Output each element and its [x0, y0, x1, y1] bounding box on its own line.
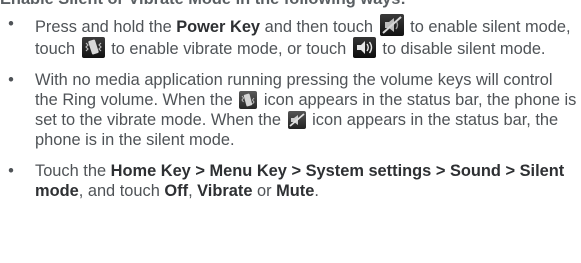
- bullet: •: [8, 15, 14, 33]
- list-item: • Press and hold the Power Key and then t…: [0, 14, 581, 59]
- bullet: •: [8, 71, 14, 89]
- item-text: to enable vibrate mode, or touch: [106, 40, 351, 58]
- speaker-muted-icon: [379, 14, 404, 36]
- bullet: •: [8, 162, 14, 180]
- vibrate-status-icon: [239, 91, 258, 109]
- item-text: Touch the: [35, 162, 111, 180]
- list-item: • With no media application running press…: [0, 70, 581, 150]
- phone-vibrate-icon: [81, 37, 105, 58]
- item-text: Press and hold the: [35, 18, 177, 36]
- option-mute-label: Mute: [276, 182, 315, 200]
- silent-status-icon: [287, 111, 306, 129]
- item-text: and then touch: [260, 18, 378, 36]
- power-key-label: Power Key: [176, 18, 261, 36]
- option-off-label: Off: [164, 182, 189, 200]
- item-text: ,: [188, 182, 198, 200]
- instruction-list: • Press and hold the Power Key and then t…: [0, 14, 581, 201]
- section-heading: Enable Silent or Vibrate Mode in the fol…: [0, 0, 406, 9]
- item-text: .: [314, 182, 319, 200]
- list-item: • Touch the Home Key > Menu Key > System …: [0, 161, 581, 201]
- page: { "heading": "Enable Silent or Vibrate M…: [0, 0, 581, 263]
- item-text: , and touch: [78, 182, 165, 200]
- speaker-on-icon: [352, 37, 376, 58]
- option-vibrate-label: Vibrate: [197, 182, 253, 200]
- item-text: or: [252, 182, 277, 200]
- item-text: to disable silent mode.: [377, 40, 546, 58]
